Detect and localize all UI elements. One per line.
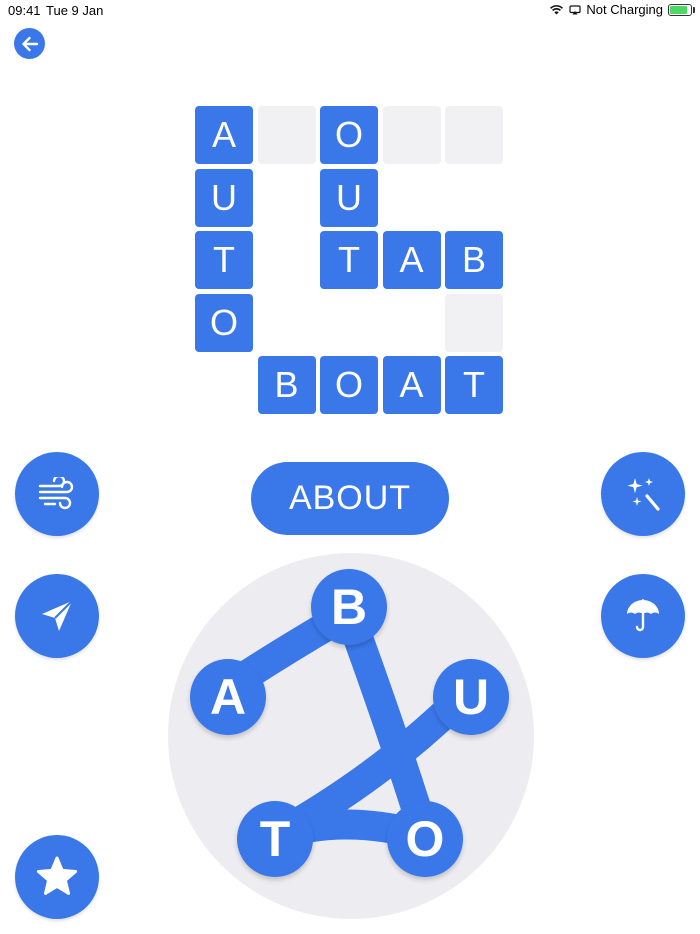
grid-cell-filled: O xyxy=(195,293,253,352)
grid-cell-filled: A xyxy=(195,106,253,164)
charging-status: Not Charging xyxy=(586,2,663,17)
grid-cell-filled: A xyxy=(382,356,441,414)
magic-wand-icon xyxy=(627,478,660,511)
status-date: Tue 9 Jan xyxy=(46,3,104,18)
back-button[interactable] xyxy=(14,28,45,59)
grid-cell-filled: O xyxy=(320,106,378,164)
favorite-button[interactable] xyxy=(15,835,99,919)
grid-cell-filled: A xyxy=(382,231,441,289)
letter-wheel[interactable]: B U O T A xyxy=(168,553,534,919)
grid-cell-empty xyxy=(382,106,441,164)
star-icon xyxy=(36,856,78,895)
status-bar: 09:41 Tue 9 Jan Not Charging xyxy=(0,0,700,22)
grid-cell-filled: B xyxy=(445,231,503,289)
grid-cell-filled: U xyxy=(195,168,253,227)
battery-icon xyxy=(668,3,695,16)
grid-cell-empty xyxy=(445,293,503,352)
grid-cell-empty xyxy=(445,106,503,164)
wheel-letter-o[interactable]: O xyxy=(387,801,463,877)
status-right: Not Charging xyxy=(549,2,695,17)
paper-plane-icon xyxy=(42,600,73,631)
grid-cell-empty xyxy=(257,106,316,164)
status-time: 09:41 xyxy=(8,3,41,18)
wifi-icon xyxy=(550,5,564,15)
wind-icon xyxy=(38,477,74,510)
wheel-letter-b[interactable]: B xyxy=(311,569,387,645)
grid-cell-filled: O xyxy=(320,356,378,414)
grid-cell-filled: T xyxy=(195,231,253,289)
current-word: ABOUT xyxy=(251,462,449,535)
grid-cell-filled: T xyxy=(445,356,503,414)
screen-mirror-icon xyxy=(569,4,581,14)
arrow-left-icon xyxy=(21,36,38,51)
shuffle-button[interactable] xyxy=(15,452,99,536)
hint-button[interactable] xyxy=(601,452,685,536)
umbrella-icon xyxy=(627,599,659,632)
grid-cell-filled: B xyxy=(257,356,316,414)
share-button[interactable] xyxy=(15,574,99,658)
wheel-letter-a[interactable]: A xyxy=(190,659,266,735)
protect-button[interactable] xyxy=(601,574,685,658)
grid-cell-filled: T xyxy=(320,231,378,289)
wheel-letter-u[interactable]: U xyxy=(433,659,509,735)
wheel-letter-t[interactable]: T xyxy=(237,801,313,877)
grid-cell-filled: U xyxy=(320,168,378,227)
